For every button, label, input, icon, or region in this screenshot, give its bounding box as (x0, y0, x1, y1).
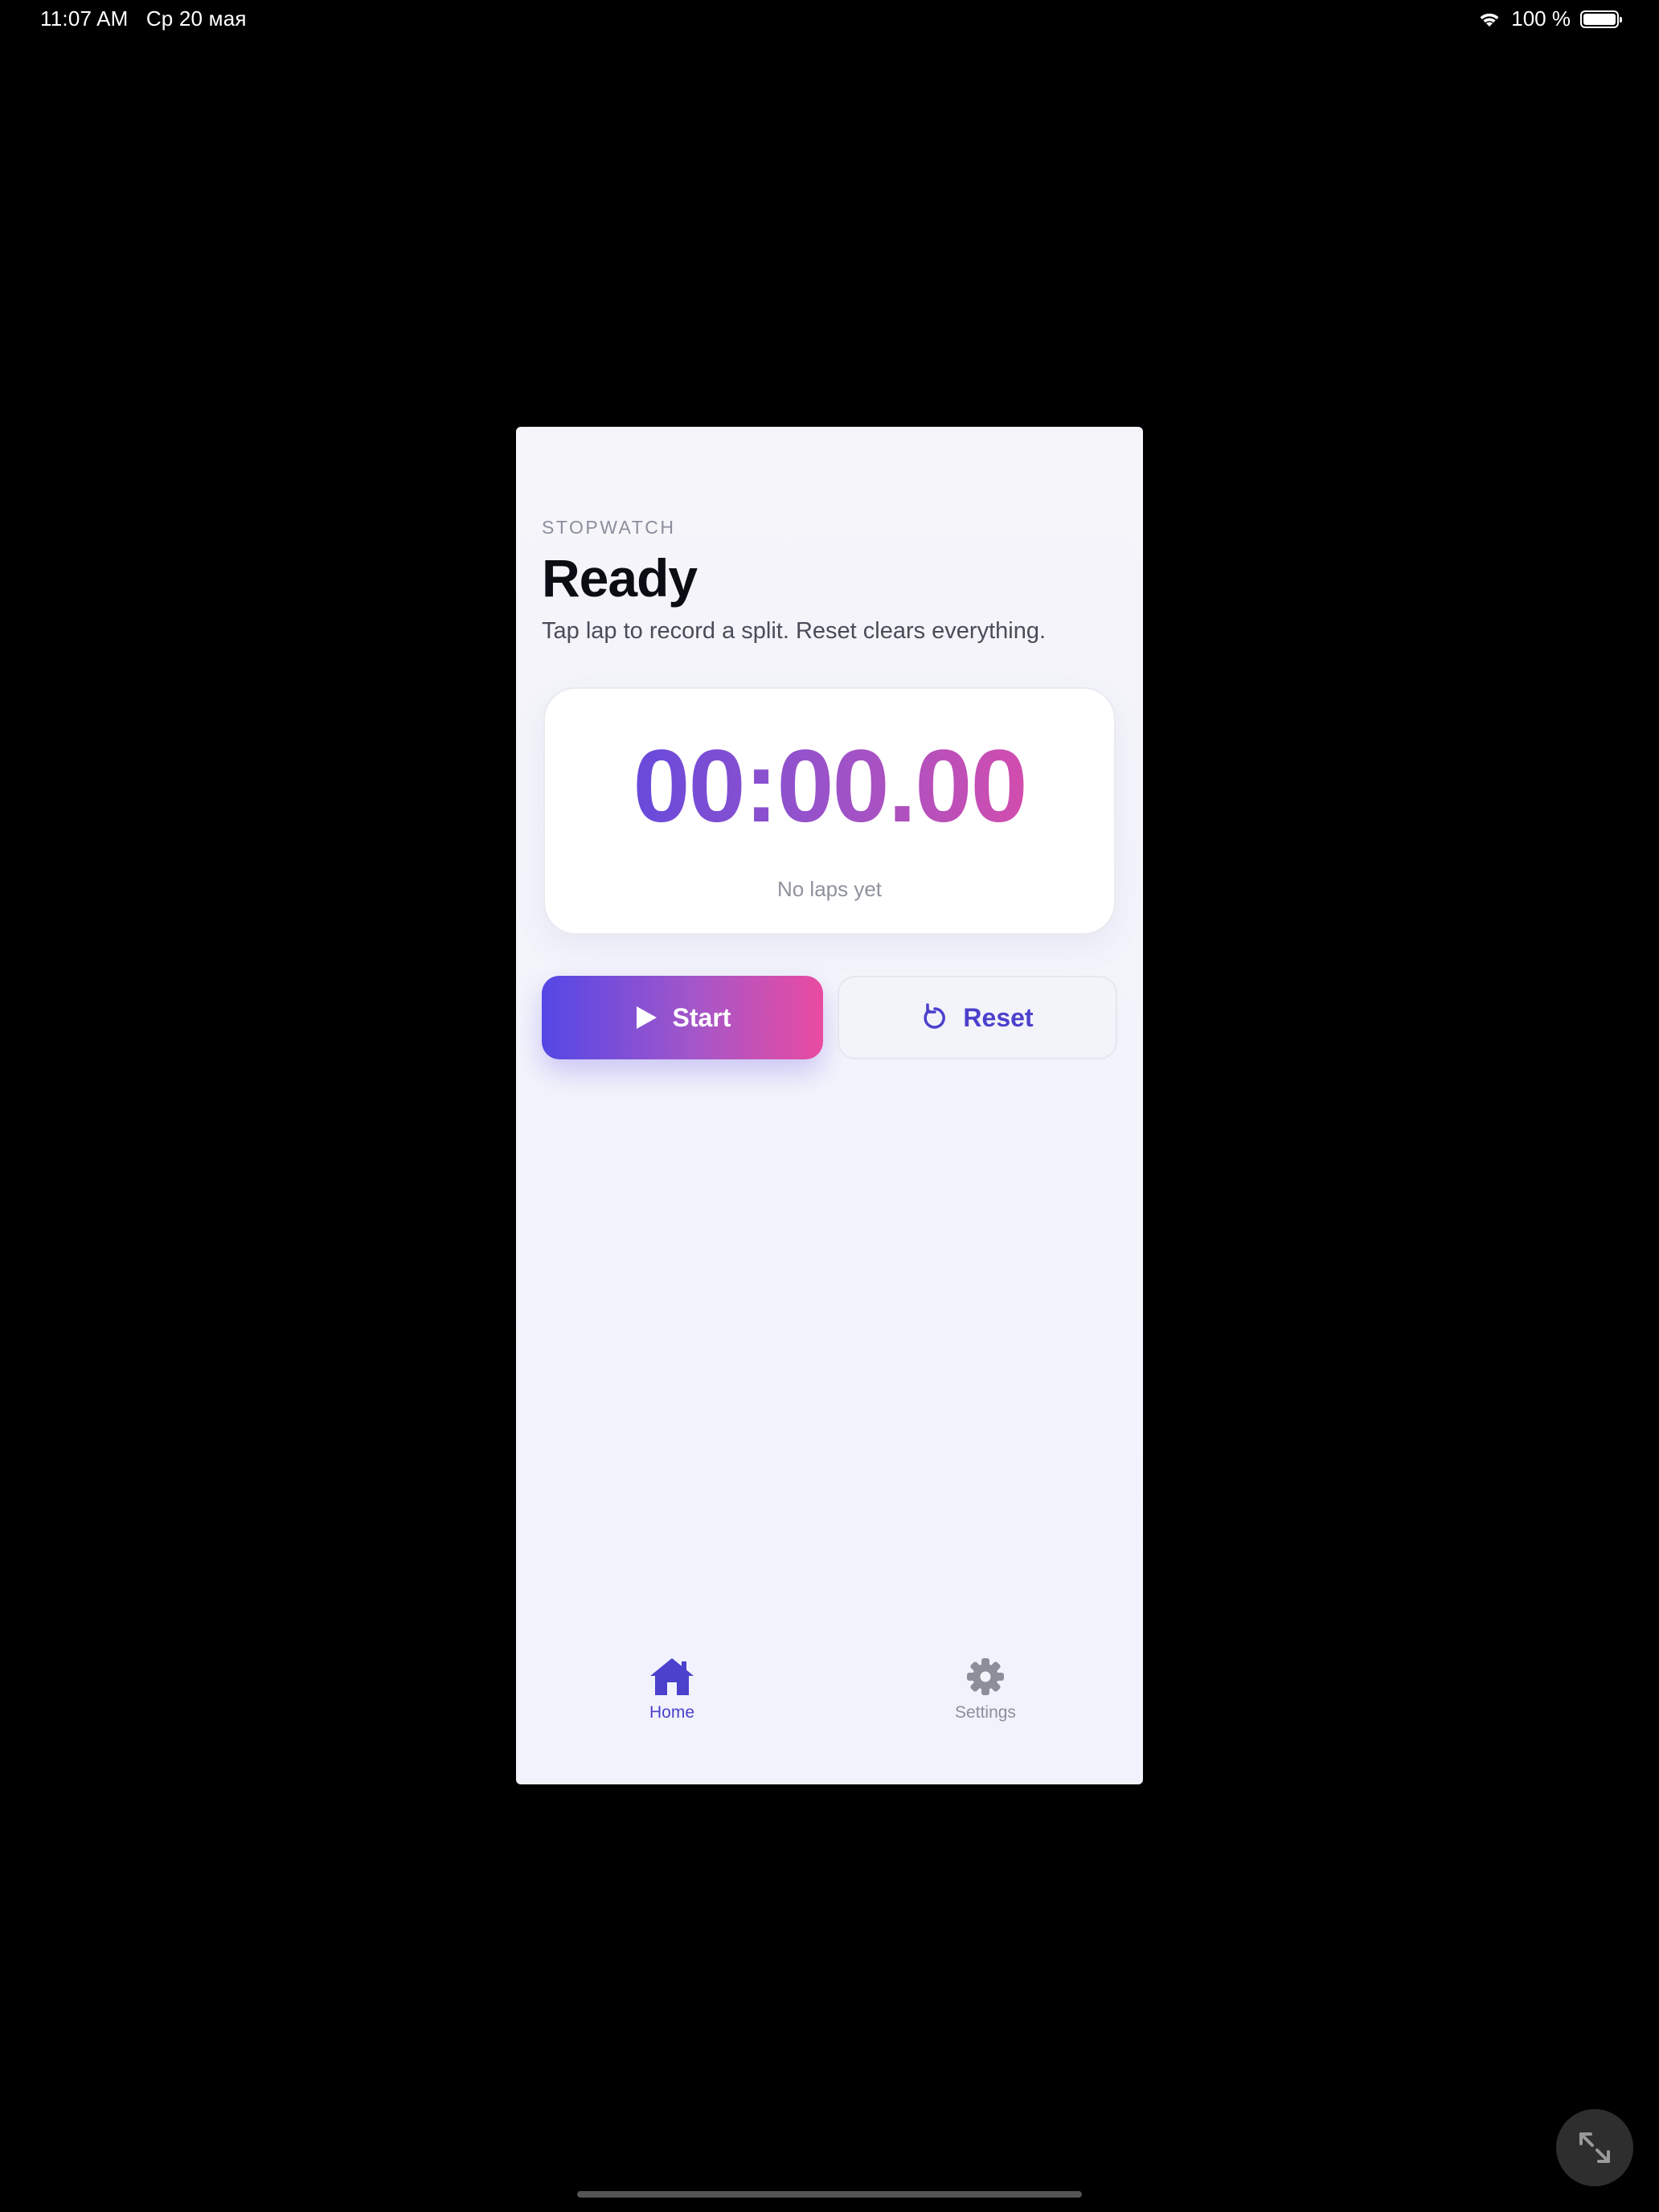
wifi-icon (1480, 13, 1499, 27)
page-title: Ready (542, 548, 698, 608)
tab-home[interactable]: Home (592, 1657, 752, 1722)
laps-empty-message: No laps yet (776, 877, 883, 901)
start-button-label: Start (672, 1002, 731, 1032)
page-subtitle: Tap lap to record a split. Reset clears … (542, 618, 1047, 644)
status-bar: 11:07 AM Ср 20 мая 100 % (0, 0, 1659, 40)
battery-percent: 100 % (1511, 6, 1571, 31)
tab-bar: Home Settings (516, 1657, 1143, 1745)
gear-icon (967, 1658, 1004, 1695)
play-icon (636, 1006, 657, 1029)
tab-settings-label: Settings (955, 1703, 1016, 1722)
fullscreen-button[interactable] (1556, 2109, 1633, 2186)
tab-home-label: Home (649, 1703, 695, 1722)
home-icon (650, 1658, 694, 1695)
status-date: Ср 20 мая (145, 6, 247, 31)
battery-icon (1580, 10, 1622, 28)
stopwatch-app: STOPWATCH Ready Tap lap to record a spli… (516, 427, 1143, 1784)
timer-display: 00:00.00 (545, 730, 1114, 844)
home-indicator[interactable] (577, 2191, 1082, 2198)
expand-arrows-icon (1579, 2132, 1610, 2163)
status-clock: 11:07 AM (40, 6, 129, 31)
eyebrow-label: STOPWATCH (542, 517, 676, 538)
tab-settings[interactable]: Settings (905, 1657, 1066, 1722)
reset-button-label: Reset (963, 1002, 1034, 1032)
start-button[interactable]: Start (542, 976, 823, 1059)
reset-icon (924, 1003, 946, 1029)
status-indicators: 100 % (1477, 6, 1622, 31)
reset-button[interactable]: Reset (838, 976, 1117, 1059)
status-time: 11:07 AM Ср 20 мая (40, 6, 247, 31)
timer-card: 00:00.00 No laps yet (543, 687, 1116, 935)
